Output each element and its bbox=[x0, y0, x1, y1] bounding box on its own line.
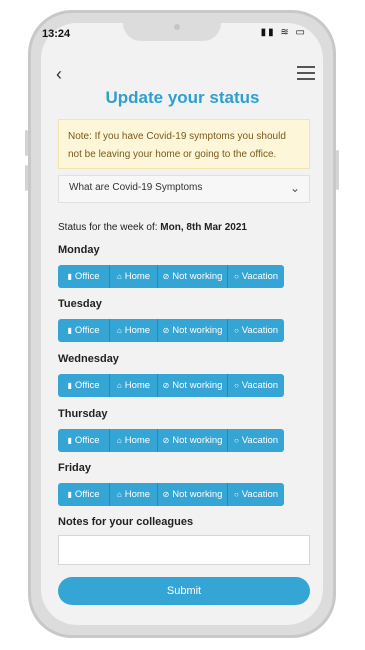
status-option-vacation[interactable]: ○ Vacation bbox=[228, 429, 284, 452]
status-time: 13:24 bbox=[42, 28, 71, 40]
covid-note: Note: If you have Covid-19 symptoms you … bbox=[58, 119, 310, 169]
chevron-down-icon: ⌄ bbox=[289, 181, 300, 195]
sun-icon: ○ bbox=[233, 490, 239, 499]
status-option-home[interactable]: ⌂ Home bbox=[110, 483, 158, 506]
side-button bbox=[25, 165, 28, 191]
building-icon: ▮ bbox=[67, 436, 72, 445]
side-button bbox=[25, 130, 28, 156]
sun-icon: ○ bbox=[233, 272, 239, 281]
day-label: Wednesday bbox=[58, 353, 119, 365]
status-option-not-working[interactable]: ⊘ Not working bbox=[158, 429, 228, 452]
ban-icon: ⊘ bbox=[162, 381, 170, 390]
status-option-label: Home bbox=[124, 435, 151, 446]
building-icon: ▮ bbox=[67, 272, 72, 281]
home-icon: ⌂ bbox=[116, 381, 122, 390]
status-option-label: Office bbox=[74, 271, 100, 282]
status-option-label: Office bbox=[74, 325, 100, 336]
day-label: Tuesday bbox=[58, 298, 102, 310]
status-option-label: Home bbox=[124, 489, 151, 500]
building-icon: ▮ bbox=[67, 381, 72, 390]
camera-icon bbox=[174, 24, 180, 30]
status-option-label: Vacation bbox=[241, 325, 279, 336]
status-option-vacation[interactable]: ○ Vacation bbox=[228, 319, 284, 342]
status-button-group: ▮ Office ⌂ Home ⊘ Not working ○ Vacation bbox=[58, 374, 284, 397]
status-option-vacation[interactable]: ○ Vacation bbox=[228, 265, 284, 288]
status-option-label: Vacation bbox=[241, 380, 279, 391]
status-option-label: Not working bbox=[172, 435, 223, 446]
status-option-label: Office bbox=[74, 489, 100, 500]
status-option-label: Home bbox=[124, 380, 151, 391]
home-icon: ⌂ bbox=[116, 436, 122, 445]
home-icon: ⌂ bbox=[116, 490, 122, 499]
sun-icon: ○ bbox=[233, 381, 239, 390]
status-option-label: Office bbox=[74, 380, 100, 391]
sun-icon: ○ bbox=[233, 436, 239, 445]
status-option-label: Office bbox=[74, 435, 100, 446]
status-option-office[interactable]: ▮ Office bbox=[58, 374, 110, 397]
status-option-not-working[interactable]: ⊘ Not working bbox=[158, 374, 228, 397]
status-option-office[interactable]: ▮ Office bbox=[58, 319, 110, 342]
status-option-vacation[interactable]: ○ Vacation bbox=[228, 374, 284, 397]
symptoms-accordion[interactable]: What are Covid-19 Symptoms ⌄ bbox=[58, 175, 310, 203]
status-option-label: Vacation bbox=[241, 489, 279, 500]
status-icons: ▮▮ ≋ ▭ bbox=[260, 27, 307, 38]
week-date: Mon, 8th Mar 2021 bbox=[160, 222, 247, 233]
status-option-label: Not working bbox=[172, 489, 223, 500]
status-option-label: Not working bbox=[172, 325, 223, 336]
home-icon: ⌂ bbox=[116, 272, 122, 281]
week-label-text: Status for the week of: bbox=[58, 222, 158, 233]
week-label: Status for the week of: Mon, 8th Mar 202… bbox=[58, 222, 247, 233]
status-option-office[interactable]: ▮ Office bbox=[58, 429, 110, 452]
submit-button[interactable]: Submit bbox=[58, 577, 310, 605]
building-icon: ▮ bbox=[67, 490, 72, 499]
status-button-group: ▮ Office ⌂ Home ⊘ Not working ○ Vacation bbox=[58, 483, 284, 506]
status-option-label: Home bbox=[124, 271, 151, 282]
status-option-home[interactable]: ⌂ Home bbox=[110, 319, 158, 342]
status-option-label: Not working bbox=[172, 380, 223, 391]
status-option-label: Not working bbox=[172, 271, 223, 282]
notch bbox=[123, 13, 221, 41]
page-title: Update your status bbox=[105, 88, 260, 107]
status-option-not-working[interactable]: ⊘ Not working bbox=[158, 265, 228, 288]
status-button-group: ▮ Office ⌂ Home ⊘ Not working ○ Vacation bbox=[58, 265, 284, 288]
building-icon: ▮ bbox=[67, 326, 72, 335]
home-icon: ⌂ bbox=[116, 326, 122, 335]
day-label: Friday bbox=[58, 462, 92, 474]
status-option-office[interactable]: ▮ Office bbox=[58, 265, 110, 288]
ban-icon: ⊘ bbox=[162, 490, 170, 499]
menu-icon[interactable] bbox=[297, 66, 315, 84]
ban-icon: ⊘ bbox=[162, 326, 170, 335]
status-option-label: Vacation bbox=[241, 271, 279, 282]
day-label: Thursday bbox=[58, 408, 108, 420]
power-button bbox=[336, 150, 339, 190]
notes-textarea[interactable] bbox=[58, 535, 310, 565]
back-icon[interactable]: ‹ bbox=[56, 64, 62, 85]
status-button-group: ▮ Office ⌂ Home ⊘ Not working ○ Vacation bbox=[58, 429, 284, 452]
status-option-label: Home bbox=[124, 325, 151, 336]
status-option-home[interactable]: ⌂ Home bbox=[110, 265, 158, 288]
notes-label: Notes for your colleagues bbox=[58, 516, 194, 528]
status-button-group: ▮ Office ⌂ Home ⊘ Not working ○ Vacation bbox=[58, 319, 284, 342]
symptoms-accordion-label: What are Covid-19 Symptoms bbox=[69, 182, 203, 193]
status-option-office[interactable]: ▮ Office bbox=[58, 483, 110, 506]
status-option-vacation[interactable]: ○ Vacation bbox=[228, 483, 284, 506]
sun-icon: ○ bbox=[233, 326, 239, 335]
status-option-home[interactable]: ⌂ Home bbox=[110, 429, 158, 452]
status-option-not-working[interactable]: ⊘ Not working bbox=[158, 483, 228, 506]
ban-icon: ⊘ bbox=[162, 436, 170, 445]
status-option-not-working[interactable]: ⊘ Not working bbox=[158, 319, 228, 342]
day-label: Monday bbox=[58, 244, 100, 256]
status-option-home[interactable]: ⌂ Home bbox=[110, 374, 158, 397]
status-option-label: Vacation bbox=[241, 435, 279, 446]
ban-icon: ⊘ bbox=[162, 272, 170, 281]
